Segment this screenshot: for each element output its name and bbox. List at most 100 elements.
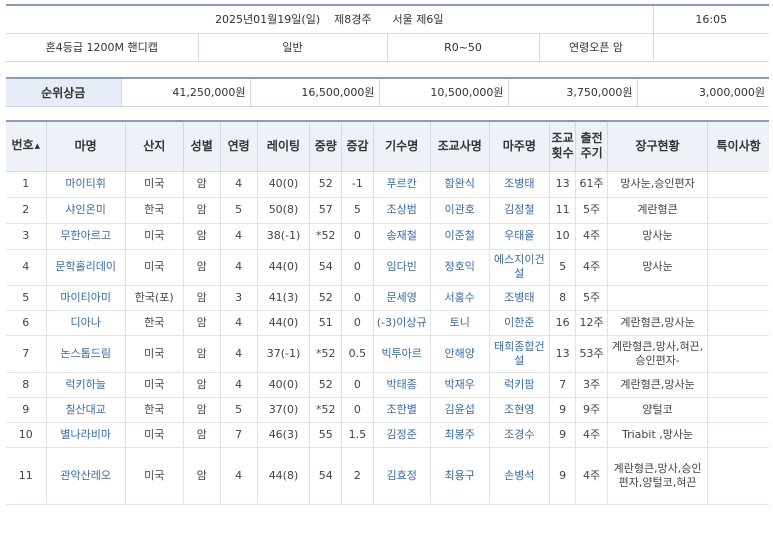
- cell-equipment: 망사눈: [606, 222, 709, 250]
- cell-notes: [707, 248, 769, 286]
- cell-origin: 한국: [124, 396, 184, 423]
- cell-period: 4주: [575, 421, 608, 448]
- cell-sex: 암: [182, 196, 221, 224]
- cell-jockey[interactable]: 빅투아르: [372, 334, 431, 373]
- col-header-rating[interactable]: 레이팅: [256, 120, 311, 172]
- cell-trainer[interactable]: 김윤섭: [429, 396, 490, 423]
- col-header-weight-change[interactable]: 증감: [341, 120, 374, 172]
- cell-trainer[interactable]: 토니: [429, 309, 490, 336]
- col-header-jockey[interactable]: 기수명: [372, 120, 431, 172]
- cell-jockey[interactable]: 김효정: [372, 446, 431, 505]
- cell-trainer[interactable]: 이관호: [429, 196, 490, 224]
- prize-table: 순위상금 41,250,000원 16,500,000원 10,500,000원…: [6, 77, 769, 107]
- cell-rating: 37(-1): [256, 334, 311, 373]
- cell-trainer[interactable]: 이준철: [429, 222, 490, 250]
- race-info-row-2: 혼4등급 1200M 핸디캡 일반 R0~50 연령오픈 암: [6, 33, 770, 62]
- cell-owner[interactable]: 조경수: [488, 421, 550, 448]
- cell-horse[interactable]: 관악산레오: [45, 446, 126, 505]
- cell-trainer[interactable]: 최용구: [429, 446, 490, 505]
- cell-horse[interactable]: 럭키하늘: [45, 371, 126, 398]
- table-row: 5 마이티아미 한국(포) 암 3 41(3) 52 0 문세영 서홍수 조병태 8 5주: [6, 284, 769, 311]
- col-header-weight[interactable]: 중량: [309, 120, 343, 172]
- table-row: 7 논스톱드림 미국 암 4 37(-1) *52 0.5 빅투아르 안해양 태희종합건설 13 53주…: [6, 334, 769, 373]
- cell-weight-change: 1.5: [341, 421, 374, 448]
- cell-owner[interactable]: 조병태: [488, 284, 550, 311]
- col-header-no[interactable]: 번호▲: [6, 120, 47, 172]
- cell-notes: [707, 396, 769, 423]
- cell-equipment: 계란형큰: [606, 196, 709, 224]
- cell-owner[interactable]: 이한준: [488, 309, 550, 336]
- cell-trainer[interactable]: 최봉주: [429, 421, 490, 448]
- cell-trainer[interactable]: 정호익: [429, 248, 490, 286]
- col-header-horse[interactable]: 마명: [45, 120, 126, 172]
- cell-weight: 51: [309, 309, 343, 336]
- cell-owner[interactable]: 에스지이건설: [488, 248, 550, 286]
- prize-5th: 3,000,000원: [636, 77, 769, 107]
- col-header-sex[interactable]: 성별: [182, 120, 221, 172]
- col-header-train-count[interactable]: 조교 횟수: [548, 120, 577, 172]
- race-number: 제8경주: [334, 13, 372, 27]
- cell-horse[interactable]: 논스톱드림: [45, 334, 126, 373]
- cell-age: 3: [219, 284, 258, 311]
- cell-owner[interactable]: 김정철: [488, 196, 550, 224]
- race-info-table: 2025년01월19일(일) 제8경주 서울 제6일 16:05 혼4등급 12…: [6, 4, 770, 62]
- cell-horse[interactable]: 마이티휘: [45, 170, 126, 198]
- table-row: 2 샤인온미 한국 암 5 50(8) 57 5 조상범 이관호 김정철 11 5주 계란형큰: [6, 196, 769, 224]
- cell-sex: 암: [182, 396, 221, 423]
- cell-jockey[interactable]: 문세영: [372, 284, 431, 311]
- cell-owner[interactable]: 손병석: [488, 446, 550, 505]
- cell-owner[interactable]: 조현영: [488, 396, 550, 423]
- cell-period: 3주: [575, 371, 608, 398]
- cell-train-count: 9: [548, 421, 577, 448]
- race-venue: 서울 제6일: [392, 13, 444, 27]
- cell-jockey[interactable]: 푸르칸: [372, 170, 431, 198]
- cell-owner[interactable]: 태희종합건설: [488, 334, 550, 373]
- cell-rating: 40(0): [256, 371, 311, 398]
- cell-jockey[interactable]: 조한별: [372, 396, 431, 423]
- cell-no: 5: [6, 284, 47, 311]
- col-header-origin[interactable]: 산지: [124, 120, 184, 172]
- cell-horse[interactable]: 무한아르고: [45, 222, 126, 250]
- table-row: 11 관악산레오 미국 암 4 44(8) 54 2 김효정 최용구 손병석 9 4주 계란형큰,망사,승…: [6, 446, 769, 505]
- cell-jockey[interactable]: (-3)이상규: [372, 309, 431, 336]
- col-header-equipment[interactable]: 장구현황: [606, 120, 709, 172]
- col-header-trainer[interactable]: 조교사명: [429, 120, 490, 172]
- race-title-cell: 2025년01월19일(일) 제8경주 서울 제6일: [6, 4, 654, 34]
- cell-train-count: 9: [548, 396, 577, 423]
- cell-owner[interactable]: 조병태: [488, 170, 550, 198]
- cell-jockey[interactable]: 박태종: [372, 371, 431, 398]
- cell-owner[interactable]: 우태율: [488, 222, 550, 250]
- cell-jockey[interactable]: 김정준: [372, 421, 431, 448]
- prize-2nd: 16,500,000원: [249, 77, 379, 107]
- cell-jockey[interactable]: 송재철: [372, 222, 431, 250]
- col-header-owner[interactable]: 마주명: [488, 120, 550, 172]
- cell-trainer[interactable]: 박재우: [429, 371, 490, 398]
- cell-horse[interactable]: 마이티아미: [45, 284, 126, 311]
- cell-horse[interactable]: 문학홀리데이: [45, 248, 126, 286]
- cell-equipment: [606, 284, 709, 311]
- cell-trainer[interactable]: 함완식: [429, 170, 490, 198]
- cell-owner[interactable]: 럭키팜: [488, 371, 550, 398]
- cell-weight-change: -1: [341, 170, 374, 198]
- cell-period: 53주: [575, 334, 608, 373]
- cell-horse[interactable]: 샤인온미: [45, 196, 126, 224]
- cell-weight: *52: [309, 396, 343, 423]
- prize-label: 순위상금: [6, 77, 121, 107]
- cell-horse[interactable]: 디아나: [45, 309, 126, 336]
- cell-trainer[interactable]: 안해양: [429, 334, 490, 373]
- col-header-period[interactable]: 출전 주기: [575, 120, 608, 172]
- cell-weight: 52: [309, 371, 343, 398]
- race-type: 일반: [198, 33, 388, 62]
- col-header-age[interactable]: 연령: [219, 120, 258, 172]
- cell-jockey[interactable]: 조상범: [372, 196, 431, 224]
- cell-train-count: 5: [548, 248, 577, 286]
- cell-jockey[interactable]: 임다빈: [372, 248, 431, 286]
- cell-notes: [707, 421, 769, 448]
- cell-period: 5주: [575, 284, 608, 311]
- col-header-notes[interactable]: 특이사항: [707, 120, 769, 172]
- cell-horse[interactable]: 별나라비마: [45, 421, 126, 448]
- cell-horse[interactable]: 칠산대교: [45, 396, 126, 423]
- cell-trainer[interactable]: 서홍수: [429, 284, 490, 311]
- col-header-period-line2: 주기: [580, 146, 603, 161]
- cell-age: 4: [219, 170, 258, 198]
